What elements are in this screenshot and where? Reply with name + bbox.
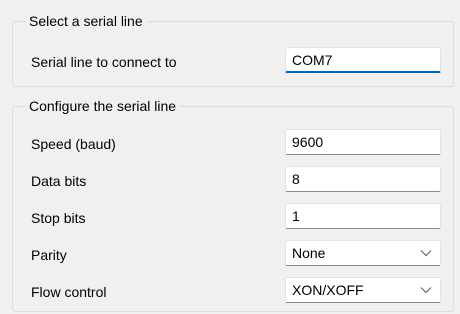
speed-row: Speed (baud) 9600	[13, 129, 453, 159]
parity-select-value: None	[292, 245, 326, 261]
serial-line-input[interactable]: COM7	[285, 47, 441, 73]
serial-line-row: Serial line to connect to COM7	[13, 47, 453, 77]
speed-label: Speed (baud)	[31, 136, 116, 152]
parity-select[interactable]: None	[285, 240, 441, 266]
parity-row: Parity None	[13, 240, 453, 270]
flow-control-select[interactable]: XON/XOFF	[285, 277, 441, 303]
chevron-down-icon	[420, 287, 432, 294]
stop-bits-input[interactable]: 1	[285, 203, 441, 229]
flow-control-row: Flow control XON/XOFF	[13, 277, 453, 307]
data-bits-input[interactable]: 8	[285, 166, 441, 192]
flow-control-label: Flow control	[31, 284, 107, 300]
data-bits-row: Data bits 8	[13, 166, 453, 196]
configure-serial-line-group: Configure the serial line Speed (baud) 9…	[12, 97, 454, 312]
serial-line-label: Serial line to connect to	[31, 54, 177, 70]
select-serial-line-group: Select a serial line Serial line to conn…	[12, 12, 454, 87]
speed-input[interactable]: 9600	[285, 129, 441, 155]
chevron-down-icon	[420, 250, 432, 257]
stop-bits-label: Stop bits	[31, 210, 86, 226]
stop-bits-row: Stop bits 1	[13, 203, 453, 233]
flow-control-select-value: XON/XOFF	[292, 282, 364, 298]
data-bits-label: Data bits	[31, 173, 87, 189]
configure-serial-line-group-title: Configure the serial line	[25, 97, 181, 115]
select-serial-line-group-title: Select a serial line	[25, 12, 147, 30]
parity-label: Parity	[31, 247, 67, 263]
